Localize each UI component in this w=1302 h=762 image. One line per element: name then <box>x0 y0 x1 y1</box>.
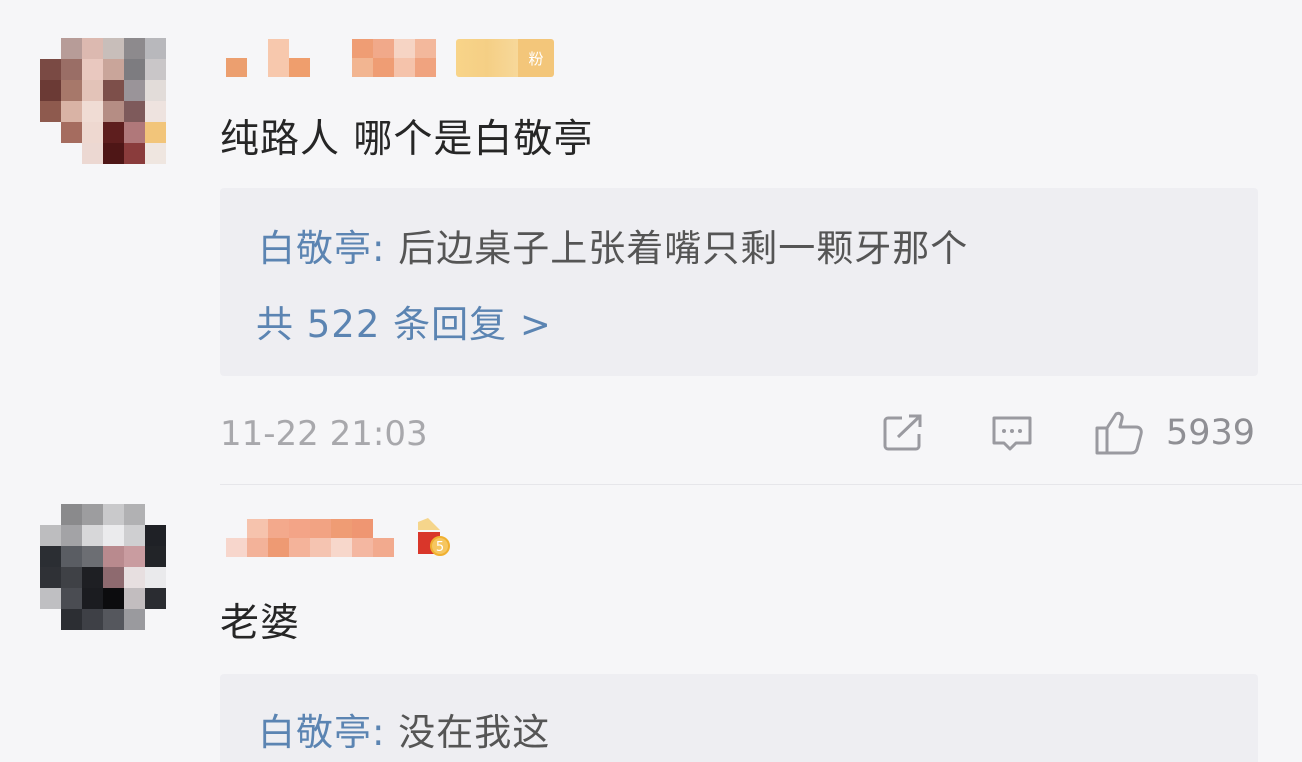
reply-text: 后边桌子上张着嘴只剩一颗牙那个 <box>398 227 969 270</box>
divider <box>220 484 1302 485</box>
reply-author[interactable]: 白敬亭: <box>258 711 385 754</box>
avatar[interactable] <box>40 38 166 164</box>
comment-text: 老婆 <box>220 601 301 646</box>
fan-badge: 粉 <box>456 39 554 77</box>
comment-item: 5 老婆 白敬亭: 没在我这 <box>0 486 1302 762</box>
reply-text: 没在我这 <box>398 711 551 754</box>
reply-box[interactable]: 白敬亭: 后边桌子上张着嘴只剩一颗牙那个 共 522 条回复 > <box>220 188 1258 376</box>
vip-icon: 5 <box>416 516 450 560</box>
avatar[interactable] <box>40 504 166 630</box>
reply-button[interactable] <box>990 410 1034 456</box>
timestamp: 11-22 21:03 <box>220 414 428 454</box>
like-button[interactable]: 5939 <box>1094 410 1255 456</box>
reply-line: 白敬亭: 后边桌子上张着嘴只剩一颗牙那个 <box>258 218 968 272</box>
share-icon <box>883 414 922 451</box>
view-more-replies-link[interactable]: 共 522 条回复 > <box>256 294 552 348</box>
username-blur <box>226 519 394 557</box>
svg-text:5: 5 <box>436 540 444 555</box>
comment-meta: 11-22 21:03 5939 <box>220 410 1260 456</box>
thumbs-up-icon <box>1095 411 1143 455</box>
fan-badge-label: 粉 <box>518 39 554 77</box>
reply-box[interactable]: 白敬亭: 没在我这 <box>220 674 1258 762</box>
reply-author[interactable]: 白敬亭: <box>258 227 385 270</box>
username[interactable]: 粉 <box>226 36 554 80</box>
comment-icon <box>992 416 1032 451</box>
like-count: 5939 <box>1166 413 1256 453</box>
comment-feed: 粉 纯路人 哪个是白敬亭 白敬亭: 后边桌子上张着嘴只剩一颗牙那个 共 522 … <box>0 0 1302 762</box>
share-button[interactable] <box>882 410 926 456</box>
comment-item: 粉 纯路人 哪个是白敬亭 白敬亭: 后边桌子上张着嘴只剩一颗牙那个 共 522 … <box>0 0 1302 485</box>
username[interactable]: 5 <box>226 516 450 560</box>
comment-text: 纯路人 哪个是白敬亭 <box>220 117 594 162</box>
username-blur <box>226 39 436 77</box>
reply-line: 白敬亭: 没在我这 <box>258 702 550 756</box>
